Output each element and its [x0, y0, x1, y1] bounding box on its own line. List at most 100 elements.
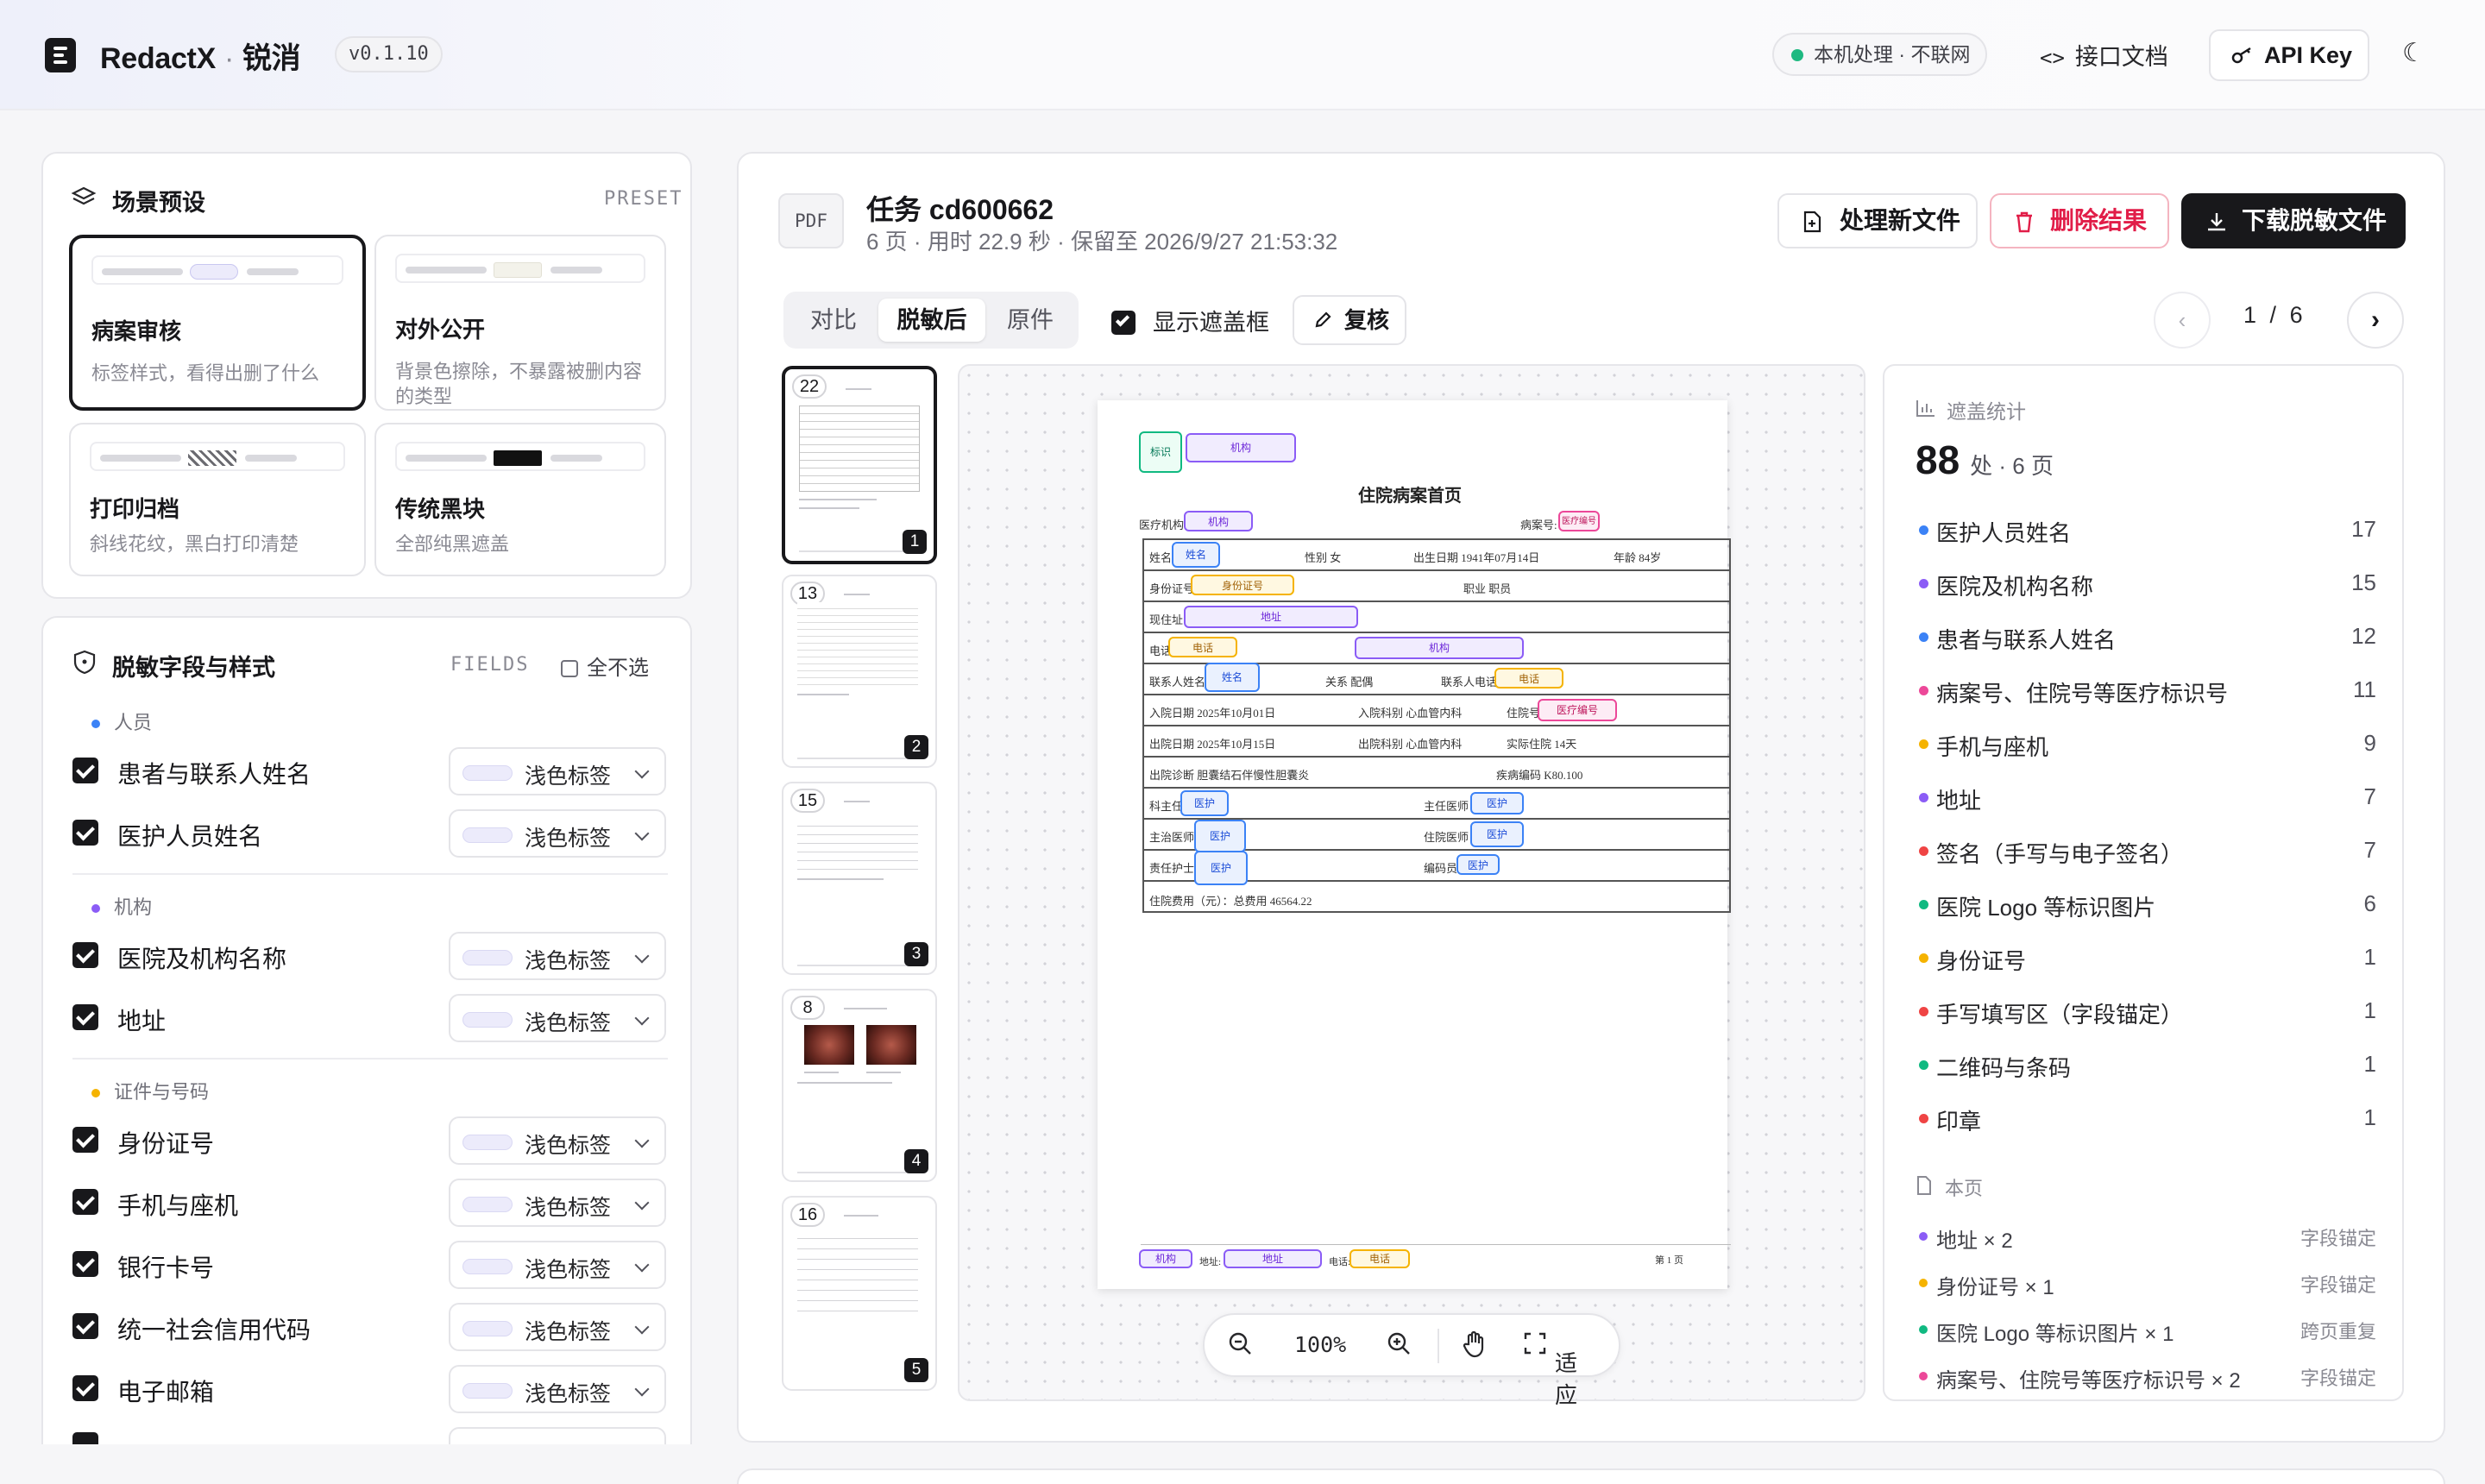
redact-phone[interactable]: 电话	[1349, 1249, 1410, 1268]
redact-staff[interactable]: 医护	[1194, 851, 1248, 885]
prev-page-button[interactable]: ‹	[2154, 292, 2211, 349]
divider	[1438, 1329, 1439, 1363]
redact-org[interactable]: 机构	[1184, 511, 1253, 531]
checkbox[interactable]	[72, 1313, 98, 1339]
chevron-down-icon	[634, 1381, 650, 1397]
zoom-in-icon[interactable]	[1386, 1330, 1412, 1362]
redact-medno[interactable]: 医疗编号	[1538, 699, 1617, 721]
tab-original[interactable]: 原件	[987, 299, 1073, 342]
redact-name[interactable]: 姓名	[1205, 663, 1260, 692]
redact-address[interactable]: 地址	[1224, 1249, 1322, 1268]
redact-phone[interactable]: 电话	[1168, 637, 1237, 657]
shield-icon	[73, 650, 96, 675]
tab-compare[interactable]: 对比	[790, 299, 877, 342]
checkbox[interactable]	[72, 1251, 98, 1277]
redact-staff[interactable]: 医护	[1194, 820, 1246, 852]
checkbox[interactable]	[72, 942, 98, 968]
show-mask-checkbox[interactable]	[1111, 311, 1136, 335]
zoom-level: 100%	[1294, 1332, 1347, 1357]
checkbox[interactable]	[72, 758, 98, 783]
style-select[interactable]: 浅色标签	[449, 1365, 666, 1413]
doc-title: 住院病案首页	[1358, 487, 1462, 506]
redact-org[interactable]: 机构	[1139, 1249, 1192, 1268]
chevron-down-icon	[634, 1133, 650, 1148]
preset-black-block[interactable]: 传统黑块 全部纯黑遮盖	[374, 423, 666, 576]
field-row-email[interactable]: 电子邮箱 浅色标签	[72, 1365, 668, 1413]
checkbox[interactable]	[72, 1127, 98, 1153]
field-row-patient-name[interactable]: 患者与联系人姓名 浅色标签	[72, 747, 668, 795]
checkbox[interactable]	[72, 1189, 98, 1215]
style-select[interactable]: 浅色标签	[449, 809, 666, 858]
preset-title: 场景预设	[112, 190, 205, 216]
file-plus-icon	[1803, 211, 1821, 233]
redact-phone[interactable]: 电话	[1494, 668, 1563, 689]
zoom-out-icon[interactable]	[1227, 1330, 1253, 1362]
document-canvas[interactable]: 标识 机构 住院病案首页 医疗机构 机构 病案号: 医疗编号 姓名 姓名 性别 …	[958, 364, 1865, 1401]
redact-staff[interactable]: 医护	[1456, 854, 1500, 875]
page-thumbnail-3[interactable]: 15 3	[782, 782, 937, 975]
style-select[interactable]: 浅色标签	[449, 1241, 666, 1289]
checkbox[interactable]	[72, 820, 98, 846]
checkbox[interactable]	[72, 1375, 98, 1401]
bar-chart-icon	[1916, 400, 1935, 417]
preset-public-release[interactable]: 对外公开 背景色擦除，不暴露被删内容的类型	[374, 235, 666, 411]
theme-toggle-moon-icon[interactable]: ☾	[2402, 38, 2425, 68]
trash-icon	[2016, 211, 2032, 233]
api-docs-link[interactable]: <> 接口文档	[2040, 38, 2168, 72]
page-indicator: 1 / 6	[2243, 302, 2306, 328]
show-mask-toggle[interactable]: 显示遮盖框	[1111, 304, 1269, 337]
style-select[interactable]: 浅色标签	[449, 932, 666, 980]
zoom-toolbar: 100% 适应	[1203, 1313, 1620, 1408]
fit-button[interactable]: 适应	[1524, 1330, 1577, 1408]
preset-medical-review[interactable]: 病案审核 标签样式，看得出删了什么	[69, 235, 366, 411]
select-none-checkbox[interactable]	[561, 660, 578, 677]
field-row-address[interactable]: 地址 浅色标签	[72, 994, 668, 1042]
field-row-staff-name[interactable]: 医护人员姓名 浅色标签	[72, 809, 668, 858]
field-row-org-name[interactable]: 医院及机构名称 浅色标签	[72, 932, 668, 980]
redact-staff[interactable]: 医护	[1180, 790, 1229, 816]
preset-print-archive[interactable]: 打印归档 斜线花纹，黑白打印清楚	[69, 423, 366, 576]
redact-address[interactable]: 地址	[1184, 606, 1358, 628]
checkbox[interactable]	[72, 1004, 98, 1030]
redact-id[interactable]: 身份证号	[1191, 575, 1294, 595]
page-stats-title: 本页	[1945, 1178, 1984, 1199]
redact-staff[interactable]: 医护	[1470, 821, 1524, 847]
page-thumbnail-5[interactable]: 16 5	[782, 1196, 937, 1391]
app-header: RedactX · 锐消 v0.1.10 本机处理 · 不联网 <> 接口文档 API…	[0, 0, 2485, 110]
page-thumbnail-1[interactable]: 22 1	[782, 366, 937, 564]
tab-redacted[interactable]: 脱敏后	[878, 299, 985, 342]
api-key-button[interactable]: API Key	[2209, 29, 2369, 81]
page-thumbnail-2[interactable]: 13 2	[782, 575, 937, 768]
field-row-bank-card[interactable]: 银行卡号 浅色标签	[72, 1241, 668, 1289]
field-row-phone[interactable]: 手机与座机 浅色标签	[72, 1179, 668, 1227]
style-select[interactable]: 浅色标签	[449, 747, 666, 795]
task-meta: 6 页 · 用时 22.9 秒 · 保留至 2026/9/27 21:53:32	[866, 229, 1338, 255]
redact-org[interactable]: 机构	[1186, 433, 1296, 462]
redact-medno[interactable]: 医疗编号	[1558, 511, 1600, 531]
style-select[interactable]: 浅色标签	[449, 1303, 666, 1351]
redact-org[interactable]: 机构	[1355, 637, 1524, 659]
local-processing-badge: 本机处理 · 不联网	[1772, 33, 1988, 76]
hand-pan-icon[interactable]	[1462, 1330, 1488, 1364]
redaction-stats-panel: 遮盖统计 88 处 · 6 页 医护人员姓名 17 医院及机构名称 15 患者与联系人…	[1883, 364, 2404, 1401]
style-select[interactable]: 浅色标签	[449, 994, 666, 1042]
style-select[interactable]: 浅色标签	[449, 1179, 666, 1227]
redact-logo[interactable]: 标识	[1139, 431, 1182, 473]
redact-staff[interactable]: 医护	[1470, 792, 1524, 814]
app-title: RedactX · 锐消	[100, 42, 301, 75]
next-page-button[interactable]: ›	[2347, 292, 2404, 349]
code-icon: <>	[2040, 46, 2065, 70]
redact-name[interactable]: 姓名	[1172, 542, 1220, 568]
pencil-icon	[1315, 311, 1331, 328]
category-ids: 证件与号码	[91, 1077, 209, 1104]
download-redacted-button[interactable]: 下载脱敏文件	[2181, 193, 2406, 248]
process-new-file-button[interactable]: 处理新文件	[1777, 193, 1978, 248]
delete-result-button[interactable]: 删除结果	[1990, 193, 2169, 248]
field-row-id-card[interactable]: 身份证号 浅色标签	[72, 1116, 668, 1165]
select-none-toggle[interactable]: 全不选	[561, 651, 649, 681]
page-thumbnail-4[interactable]: 8 4	[782, 989, 937, 1182]
chevron-down-icon	[634, 764, 650, 779]
field-row-credit-code[interactable]: 统一社会信用代码 浅色标签	[72, 1303, 668, 1351]
review-button[interactable]: 复核	[1293, 295, 1406, 345]
style-select[interactable]: 浅色标签	[449, 1116, 666, 1165]
